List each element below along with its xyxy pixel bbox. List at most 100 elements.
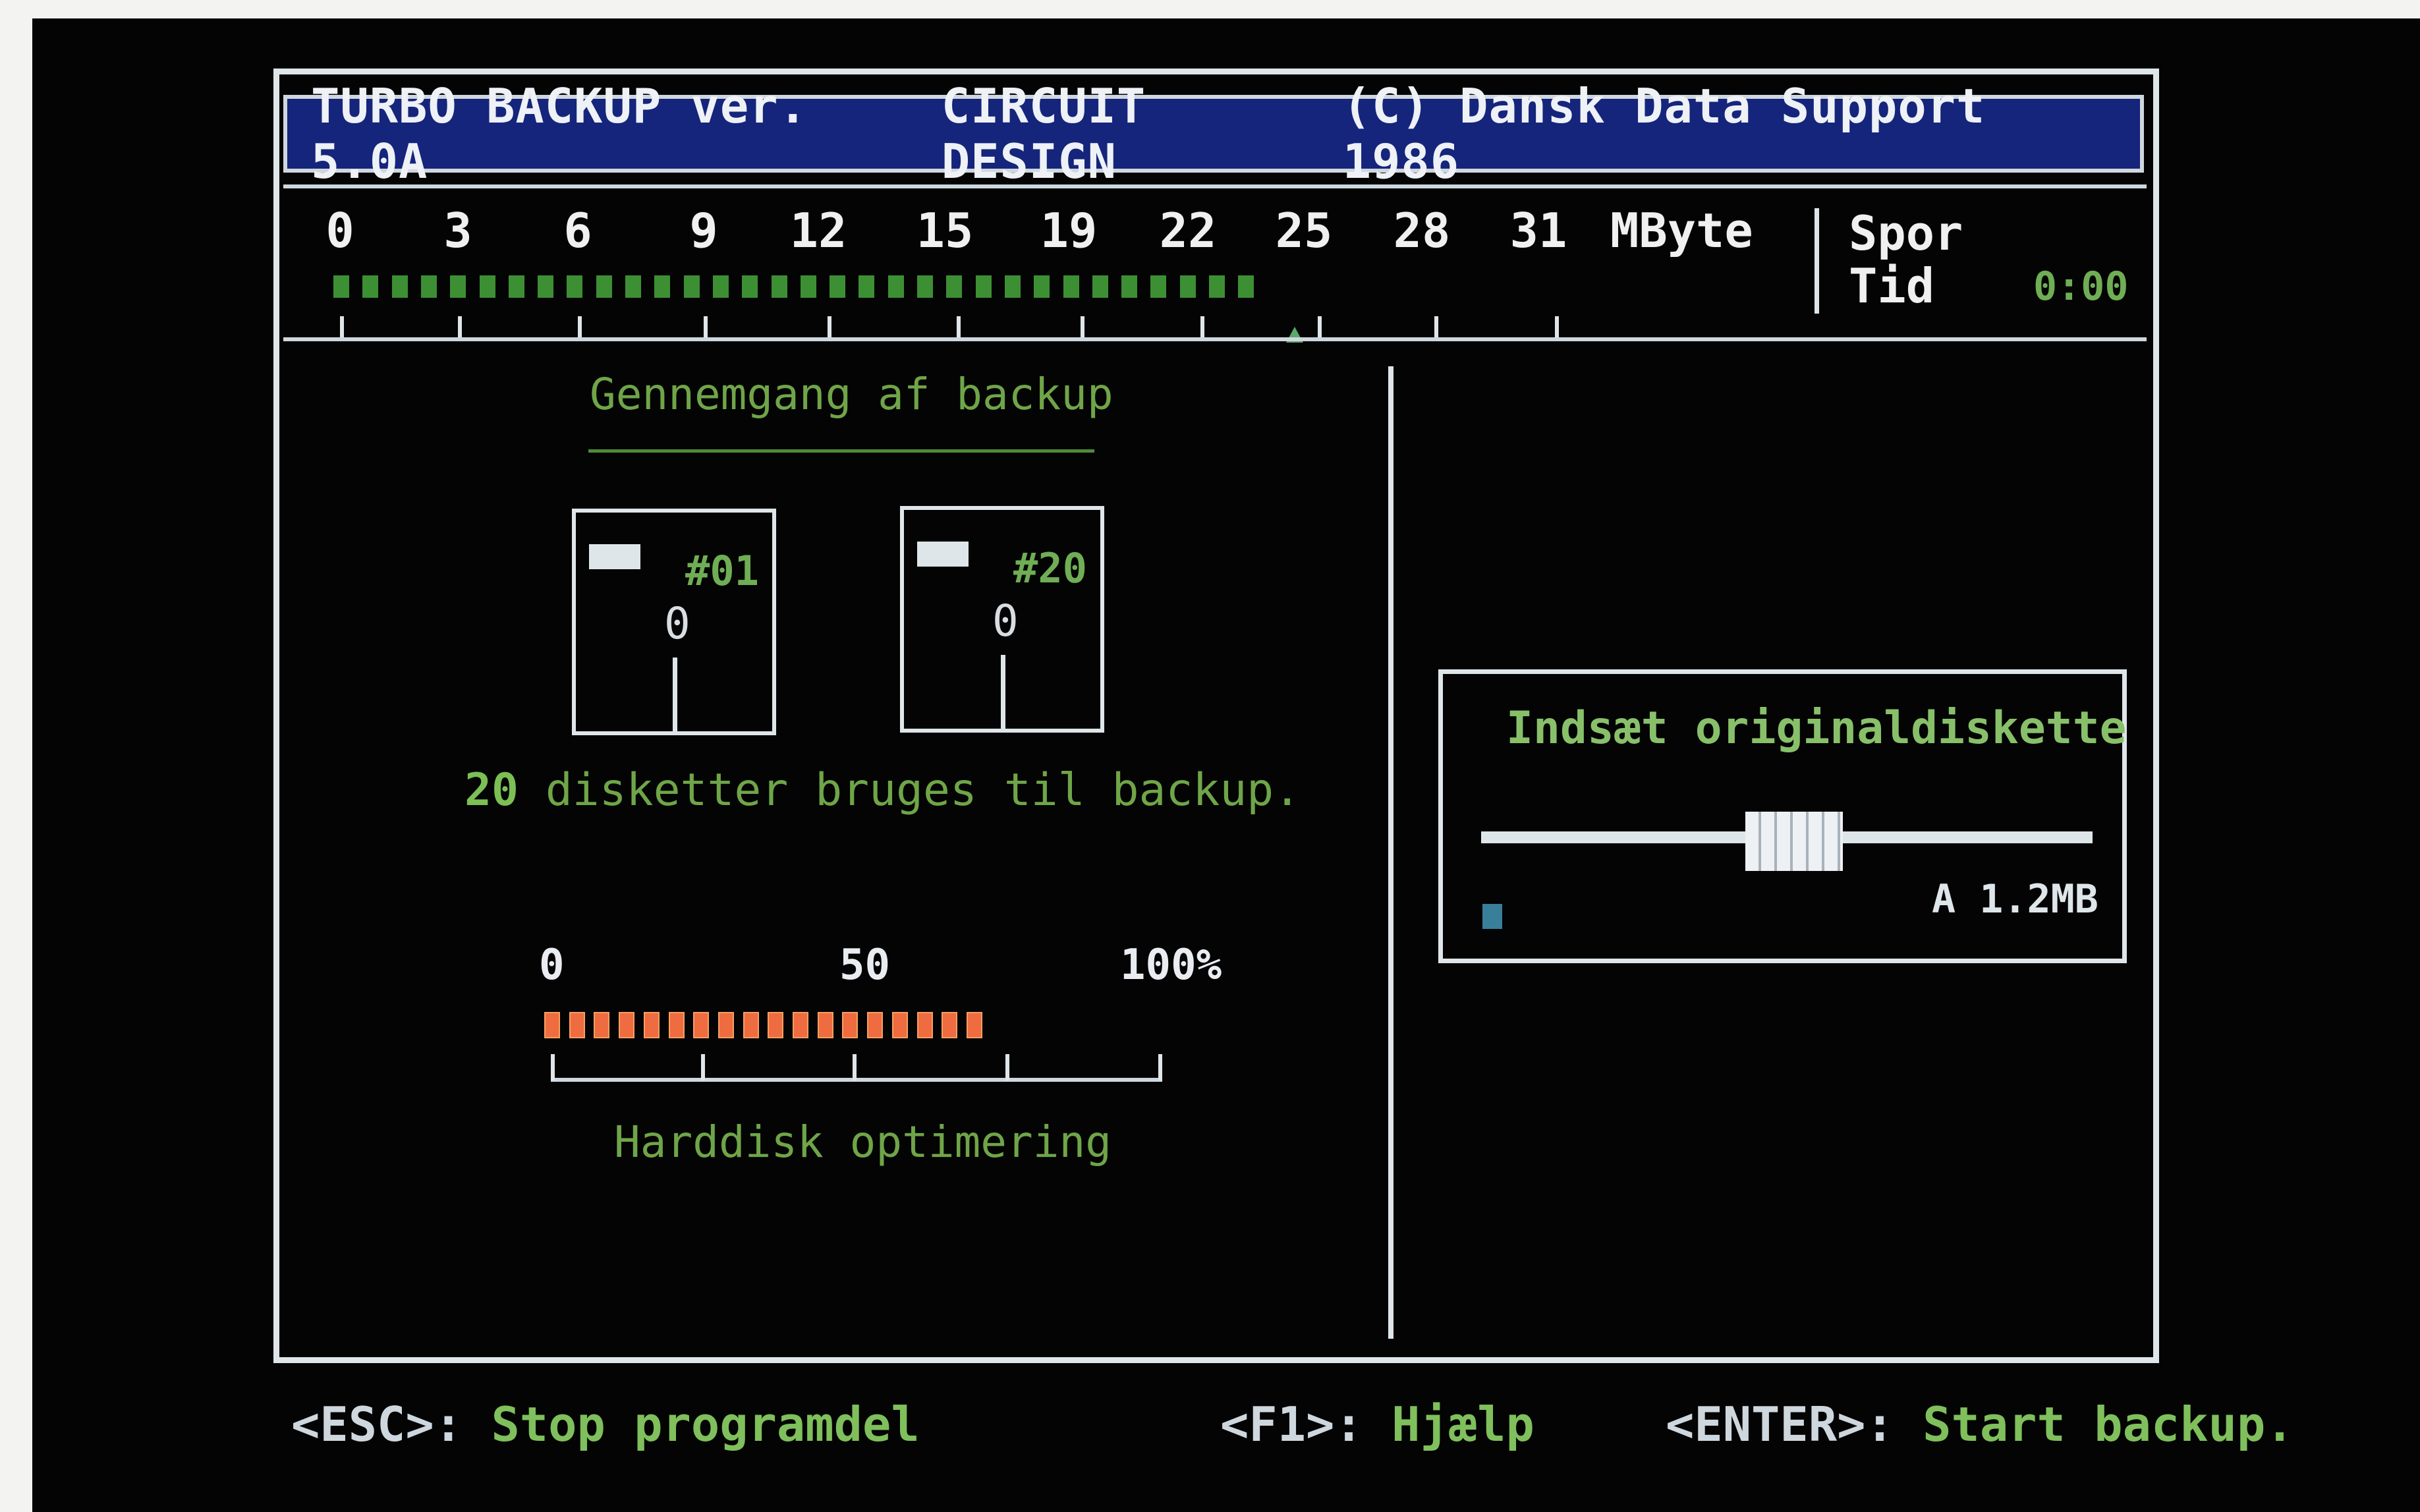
drive-indicator-icon [1482,904,1502,929]
mbyte-segment [800,275,816,298]
scale-tick [340,316,344,340]
scale-tick [1555,316,1559,340]
mbyte-segment [538,275,554,298]
scale-tick [704,316,708,340]
diskette-value: 0 [992,596,1019,646]
progress-segment [793,1012,808,1038]
mbyte-segment [771,275,787,298]
scale-tick [828,316,831,340]
diskette-stem [1001,655,1005,733]
esc-key: <ESC>: [291,1397,463,1452]
progress-label-end: 100% [1120,941,1222,990]
diskette-label-icon [917,542,969,567]
progress-tick [1005,1054,1009,1080]
diskette-number: #01 [685,547,759,595]
diskette-last: #20 0 [900,506,1104,733]
progress-tick [701,1054,705,1080]
mbyte-segment [712,275,729,298]
enter-text: Start backup. [1923,1397,2294,1452]
scale-tick [1318,316,1322,340]
progress-label-mid: 50 [839,941,891,990]
diskette-number: #20 [1013,544,1087,592]
progress-segment [966,1012,982,1038]
f1-shortcut[interactable]: <F1>: Hjælp [1220,1397,1534,1452]
scale-tick [1200,316,1204,340]
mbyte-segment [654,275,671,298]
mbyte-segment [420,275,437,298]
progress-segment [916,1012,933,1038]
mbyte-segment [830,275,846,298]
scale-tick [1081,316,1084,340]
mbyte-segment [975,275,992,298]
progress-segment [619,1012,635,1038]
scale-label: 0 [325,203,354,258]
mbyte-segment [917,275,933,298]
harddisk-caption: Harddisk optimering [614,1117,1112,1167]
mbyte-segment [625,275,641,298]
mbyte-segment [1150,275,1167,298]
mbyte-segment [1179,275,1196,298]
progress-segment [867,1012,884,1038]
progress-segment [891,1012,908,1038]
scale-label: 12 [789,203,847,258]
mbyte-segment [1092,275,1108,298]
diskette-first: #01 0 [572,509,776,735]
mbyte-segment [1004,275,1021,298]
f1-text: Hjælp [1392,1397,1534,1452]
progress-axis [551,1078,1162,1082]
mbyte-segment [596,275,612,298]
progress-segment [743,1012,759,1038]
drive-slot-icon [1745,812,1843,871]
scale-tick [957,316,961,340]
heading-underline [588,449,1094,453]
esc-text: Stop programdel [491,1397,920,1452]
scale-tick [578,316,582,340]
mbyte-segment [1121,275,1138,298]
drive-label: A 1.2MB [1932,876,2098,922]
app-subtitle: CIRCUIT DESIGN [941,78,1146,189]
progress-segment [643,1012,660,1038]
disketter-count: 20 [464,764,519,816]
diskette-value: 0 [664,598,690,649]
diskette-label-icon [589,544,640,569]
dialog-title: Indsæt originaldiskette [1506,702,2127,754]
f1-key: <F1>: [1220,1397,1363,1452]
progress-segment [668,1012,685,1038]
mbyte-segment [946,275,963,298]
panel-divider [1388,366,1393,1339]
scale-label: 25 [1275,203,1333,258]
scale-separator [1815,208,1819,314]
mbyte-segment [362,275,379,298]
enter-key: <ENTER>: [1666,1397,1894,1452]
enter-shortcut[interactable]: <ENTER>: Start backup. [1666,1397,2294,1452]
progress-tick [551,1054,555,1080]
progress-segment [842,1012,858,1038]
progress-segment [569,1012,585,1038]
copyright: (C) Dansk Data Support 1986 [1342,78,1986,189]
tid-value: 0:00 [2033,264,2129,310]
mbyte-segment [479,275,495,298]
scale-label: 22 [1159,203,1217,258]
spor-label: Spor [1849,206,1963,261]
mbyte-segment [887,275,904,298]
progress-segment [544,1012,560,1038]
mbyte-segment [450,275,466,298]
divider [283,184,2147,188]
tid-label: Tid [1849,258,1935,314]
progress-label-start: 0 [539,941,565,990]
progress-segment [693,1012,710,1038]
mbyte-segment [1063,275,1079,298]
diskette-stem [673,658,677,735]
scale-label: 3 [443,203,472,258]
mbyte-segment [567,275,583,298]
scale-label: 19 [1040,203,1098,258]
mbyte-segment [1209,275,1225,298]
scale-label: 9 [689,203,718,258]
backup-review-heading: Gennemgang af backup [590,369,1113,420]
mbyte-segment [683,275,700,298]
scale-label: 15 [916,203,974,258]
progress-segment [817,1012,833,1038]
mbyte-segment [742,275,758,298]
esc-shortcut[interactable]: <ESC>: Stop programdel [291,1397,920,1452]
progress-tick [853,1054,857,1080]
